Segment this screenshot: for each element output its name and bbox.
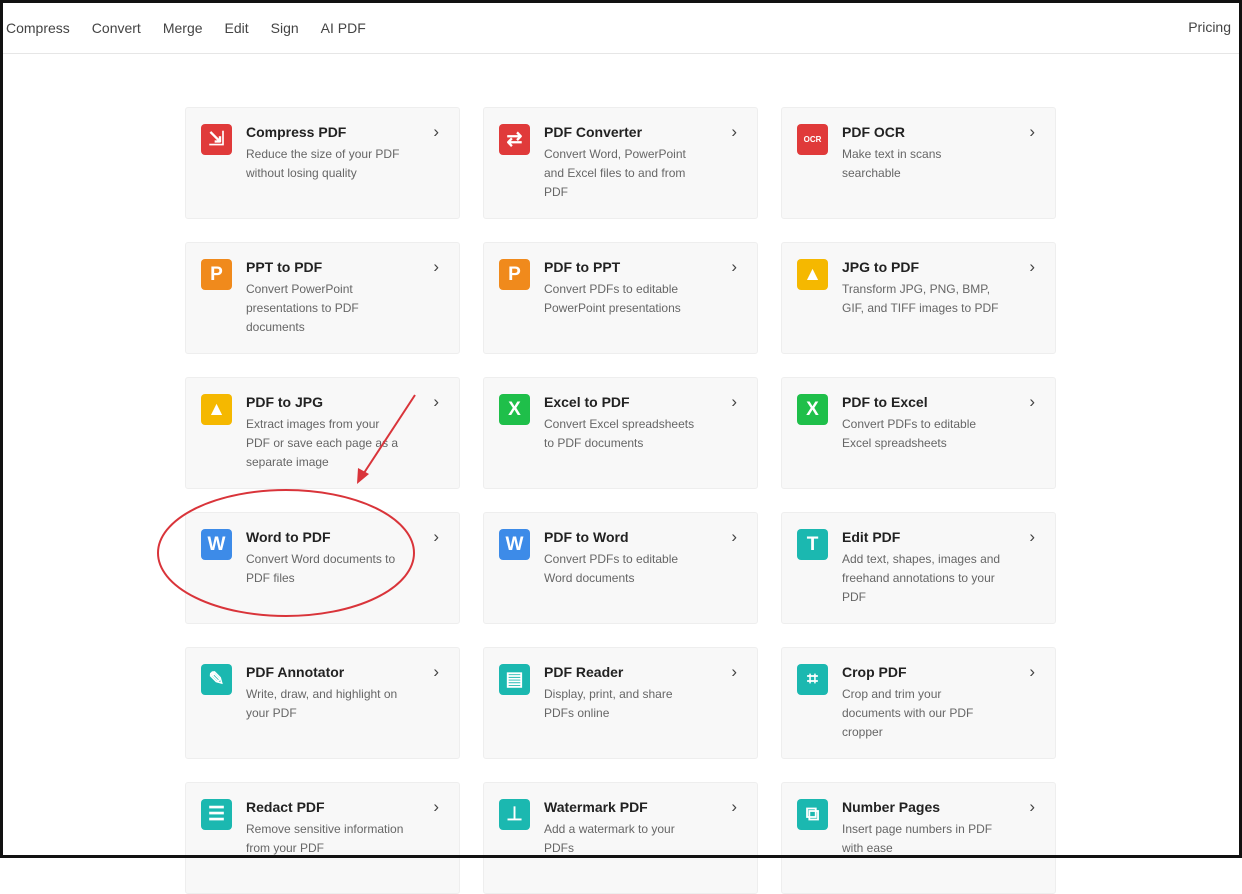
tool-title: Excel to PDF xyxy=(544,394,630,410)
tool-description: Convert PDFs to editable Excel spreadshe… xyxy=(842,417,977,450)
chevron-right-icon: › xyxy=(731,527,737,546)
tool-title: PDF to PPT xyxy=(544,259,621,275)
tool-description: Reduce the size of your PDF without losi… xyxy=(246,147,400,180)
tool-description: Add text, shapes, images and freehand an… xyxy=(842,552,1001,604)
chevron-right-icon: › xyxy=(433,257,439,276)
tool-title: PDF OCR xyxy=(842,124,905,140)
tool-card-word-to-pdf[interactable]: W Word to PDF Convert Word documents to … xyxy=(185,512,460,624)
tool-card-pdf-to-excel[interactable]: X PDF to Excel Convert PDFs to editable … xyxy=(781,377,1056,489)
page-numbers-icon: ⧉ xyxy=(797,799,828,830)
powerpoint-icon: P xyxy=(499,259,530,290)
stamp-icon: ⊥ xyxy=(499,799,530,830)
nav-sign[interactable]: Sign xyxy=(271,20,299,36)
word-icon: W xyxy=(201,529,232,560)
top-nav: Compress Convert Merge Edit Sign AI PDF Pricin… xyxy=(3,3,1239,54)
tool-title: Redact PDF xyxy=(246,799,325,815)
tool-card-excel-to-pdf[interactable]: X Excel to PDF Convert Excel spreadsheet… xyxy=(483,377,758,489)
excel-icon: X xyxy=(797,394,828,425)
chevron-right-icon: › xyxy=(433,797,439,816)
tool-card-pdf-to-word[interactable]: W PDF to Word Convert PDFs to editable W… xyxy=(483,512,758,624)
chevron-right-icon: › xyxy=(731,257,737,276)
chevron-right-icon: › xyxy=(1029,797,1035,816)
tool-description: Convert PDFs to editable PowerPoint pres… xyxy=(544,282,681,315)
tool-title: PDF to Word xyxy=(544,529,629,545)
tool-description: Write, draw, and highlight on your PDF xyxy=(246,687,398,720)
redact-icon: ☰ xyxy=(201,799,232,830)
tool-title: Crop PDF xyxy=(842,664,907,680)
chevron-right-icon: › xyxy=(1029,257,1035,276)
chevron-right-icon: › xyxy=(433,392,439,411)
tool-description: Convert Word documents to PDF files xyxy=(246,552,396,585)
tool-title: PDF to JPG xyxy=(246,394,324,410)
tool-title: Compress PDF xyxy=(246,124,347,140)
tool-description: Make text in scans searchable xyxy=(842,147,942,180)
convert-icon: ⇄ xyxy=(499,124,530,155)
tool-card-pdf-ocr[interactable]: OCR PDF OCR Make text in scans searchabl… xyxy=(781,107,1056,219)
text-edit-icon: T xyxy=(797,529,828,560)
tool-description: Remove sensitive information from your P… xyxy=(246,822,404,855)
image-icon: ▲ xyxy=(797,259,828,290)
chevron-right-icon: › xyxy=(433,122,439,141)
tool-description: Add a watermark to your PDFs xyxy=(544,822,675,855)
tool-card-crop-pdf[interactable]: ⌗ Crop PDF Crop and trim your documents … xyxy=(781,647,1056,759)
tool-card-pdf-to-ppt[interactable]: P PDF to PPT Convert PDFs to editable Po… xyxy=(483,242,758,354)
tool-title: Watermark PDF xyxy=(544,799,648,815)
tool-card-pdf-reader[interactable]: ▤ PDF Reader Display, print, and share P… xyxy=(483,647,758,759)
chevron-right-icon: › xyxy=(433,662,439,681)
chevron-right-icon: › xyxy=(1029,662,1035,681)
tool-title: Word to PDF xyxy=(246,529,331,545)
image-icon: ▲ xyxy=(201,394,232,425)
tool-card-pdf-converter[interactable]: ⇄ PDF Converter Convert Word, PowerPoint… xyxy=(483,107,758,219)
chevron-right-icon: › xyxy=(731,662,737,681)
tool-card-pdf-to-jpg[interactable]: ▲ PDF to JPG Extract images from your PD… xyxy=(185,377,460,489)
nav-compress[interactable]: Compress xyxy=(6,20,70,36)
compress-icon: ⇲ xyxy=(201,124,232,155)
tool-description: Convert PowerPoint presentations to PDF … xyxy=(246,282,359,334)
nav-convert[interactable]: Convert xyxy=(92,20,141,36)
tool-title: Edit PDF xyxy=(842,529,901,545)
chevron-right-icon: › xyxy=(1029,392,1035,411)
chevron-right-icon: › xyxy=(731,392,737,411)
tool-title: PDF to Excel xyxy=(842,394,928,410)
powerpoint-icon: P xyxy=(201,259,232,290)
tool-card-compress-pdf[interactable]: ⇲ Compress PDF Reduce the size of your P… xyxy=(185,107,460,219)
chevron-right-icon: › xyxy=(731,122,737,141)
nav-edit[interactable]: Edit xyxy=(225,20,249,36)
tool-card-redact-pdf[interactable]: ☰ Redact PDF Remove sensitive informatio… xyxy=(185,782,460,894)
tool-card-ppt-to-pdf[interactable]: P PPT to PDF Convert PowerPoint presenta… xyxy=(185,242,460,354)
chevron-right-icon: › xyxy=(433,527,439,546)
tools-grid: ⇲ Compress PDF Reduce the size of your P… xyxy=(185,107,1056,894)
tool-card-jpg-to-pdf[interactable]: ▲ JPG to PDF Transform JPG, PNG, BMP, GI… xyxy=(781,242,1056,354)
tool-card-number-pages[interactable]: ⧉ Number Pages Insert page numbers in PD… xyxy=(781,782,1056,894)
tool-title: Number Pages xyxy=(842,799,941,815)
nav-pricing[interactable]: Pricing xyxy=(1188,19,1231,35)
tool-description: Extract images from your PDF or save eac… xyxy=(246,417,399,469)
tool-description: Transform JPG, PNG, BMP, GIF, and TIFF i… xyxy=(842,282,999,315)
tool-title: PDF Converter xyxy=(544,124,643,140)
tool-title: PDF Annotator xyxy=(246,664,345,680)
excel-icon: X xyxy=(499,394,530,425)
nav-merge[interactable]: Merge xyxy=(163,20,203,36)
tool-description: Crop and trim your documents with our PD… xyxy=(842,687,974,739)
tool-title: PPT to PDF xyxy=(246,259,323,275)
chevron-right-icon: › xyxy=(731,797,737,816)
tool-description: Display, print, and share PDFs online xyxy=(544,687,673,720)
tool-title: PDF Reader xyxy=(544,664,624,680)
word-icon: W xyxy=(499,529,530,560)
document-icon: ▤ xyxy=(499,664,530,695)
pencil-icon: ✎ xyxy=(201,664,232,695)
ocr-icon: OCR xyxy=(797,124,828,155)
nav-ai-pdf[interactable]: AI PDF xyxy=(321,20,366,36)
tool-description: Insert page numbers in PDF with ease xyxy=(842,822,993,855)
tool-card-watermark-pdf[interactable]: ⊥ Watermark PDF Add a watermark to your … xyxy=(483,782,758,894)
tool-description: Convert PDFs to editable Word documents xyxy=(544,552,679,585)
chevron-right-icon: › xyxy=(1029,527,1035,546)
tool-title: JPG to PDF xyxy=(842,259,920,275)
tool-card-pdf-annotator[interactable]: ✎ PDF Annotator Write, draw, and highlig… xyxy=(185,647,460,759)
tool-description: Convert Excel spreadsheets to PDF docume… xyxy=(544,417,695,450)
crop-icon: ⌗ xyxy=(797,664,828,695)
tool-card-edit-pdf[interactable]: T Edit PDF Add text, shapes, images and … xyxy=(781,512,1056,624)
chevron-right-icon: › xyxy=(1029,122,1035,141)
tool-description: Convert Word, PowerPoint and Excel files… xyxy=(544,147,686,199)
